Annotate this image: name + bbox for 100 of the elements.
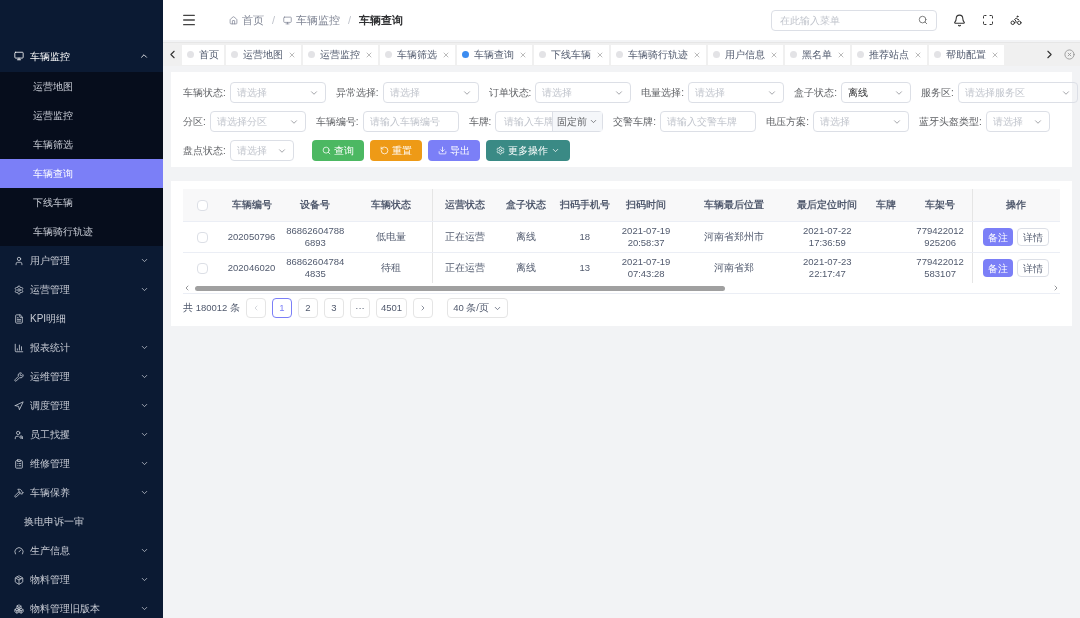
select-field[interactable]: 离线: [840, 82, 911, 103]
sidebar-item[interactable]: 报表统计: [0, 333, 163, 362]
sidebar-item[interactable]: 换电申诉一审: [0, 507, 163, 536]
expand-icon: [140, 285, 149, 294]
close-icon[interactable]: [837, 50, 845, 59]
prev-page-icon[interactable]: [246, 298, 266, 318]
close-icon[interactable]: [365, 50, 373, 59]
sidebar-item[interactable]: 调度管理: [0, 391, 163, 420]
page-tab[interactable]: 黑名单: [785, 44, 850, 65]
field-label: 服务区:: [920, 86, 954, 100]
page-tab[interactable]: 首页: [182, 44, 224, 65]
page-tab[interactable]: 运营监控: [303, 44, 378, 65]
sidebar-item[interactable]: 员工找攫: [0, 420, 163, 449]
field-label: 车辆状态:: [183, 86, 226, 100]
table-cell: 河南省郑州市: [704, 231, 765, 242]
prefix-dropdown[interactable]: 固定前: [552, 112, 603, 131]
sidebar-item[interactable]: 用户管理: [0, 246, 163, 275]
column-header: 车牌: [875, 199, 898, 211]
expand-icon: [140, 488, 149, 497]
menu-icon: [14, 458, 24, 469]
table-cell: 779422012 925206: [916, 225, 964, 248]
home-icon: [229, 15, 238, 25]
breadcrumb-item[interactable]: 首页: [229, 11, 264, 29]
table-cell: 2021-07-23 22:17:47: [803, 256, 852, 279]
page-tab[interactable]: 车辆筛选: [380, 44, 455, 65]
close-icon[interactable]: [914, 50, 922, 59]
expand-icon: [140, 343, 149, 352]
expand-icon: [140, 401, 149, 410]
page-tab[interactable]: 用户信息: [708, 44, 783, 65]
sidebar-item[interactable]: 维修管理: [0, 449, 163, 478]
column-header: 最后定位时间: [796, 199, 859, 211]
notification-icon[interactable]: [953, 13, 966, 27]
page-tab[interactable]: 车辆骑行轨迹: [611, 44, 706, 65]
sidebar-item[interactable]: 生产信息: [0, 536, 163, 565]
page-button[interactable]: 2: [298, 298, 318, 318]
expand-icon: [140, 256, 149, 265]
submenu-item[interactable]: 运营地图: [0, 72, 163, 101]
sidebar-item[interactable]: 运维管理: [0, 362, 163, 391]
row-checkbox[interactable]: [197, 262, 209, 274]
sidebar-item[interactable]: 运营管理: [0, 275, 163, 304]
page-button[interactable]: 4501: [376, 298, 408, 318]
close-icon[interactable]: [770, 50, 778, 59]
submenu-item[interactable]: 车辆筛选: [0, 130, 163, 159]
expand-icon: [140, 546, 149, 555]
expand-icon: [140, 604, 149, 613]
page-button[interactable]: 3: [324, 298, 344, 318]
page-button[interactable]: ···: [350, 298, 370, 318]
table-cell: 779422012 583107: [916, 256, 964, 279]
action-button[interactable]: 更多操作: [485, 140, 570, 161]
close-icon[interactable]: [442, 50, 450, 59]
page-button[interactable]: 1: [272, 298, 292, 318]
menu-icon: [14, 545, 24, 556]
field-label: 车辆编号:: [315, 115, 359, 129]
breadcrumb-separator: /: [272, 12, 276, 28]
close-all-icon[interactable]: [1064, 49, 1075, 60]
total-count: 共 180012 条: [183, 300, 240, 315]
sidebar-item[interactable]: 车辆保养: [0, 478, 163, 507]
table-cell: 202050796: [227, 231, 276, 242]
column-header: 车辆编号: [230, 199, 273, 211]
table-cell: 待租: [380, 262, 401, 274]
close-icon[interactable]: [519, 50, 527, 59]
menu-icon: [14, 574, 24, 585]
button-icon: [321, 146, 331, 155]
fullscreen-icon[interactable]: [982, 14, 994, 26]
breadcrumb-item[interactable]: 车辆监控: [283, 11, 341, 29]
close-icon[interactable]: [288, 50, 296, 59]
sidebar-item[interactable]: 车辆监控: [0, 40, 163, 72]
submenu-item[interactable]: 运营监控: [0, 101, 163, 130]
horizontal-scrollbar[interactable]: [195, 285, 725, 291]
next-page-icon[interactable]: [413, 298, 434, 318]
page-size-select[interactable]: 40 条/页: [447, 298, 508, 318]
table-cell: 86862604788 6893: [286, 225, 345, 248]
menu-icon: [14, 313, 24, 324]
page-tab[interactable]: 下线车辆: [534, 44, 609, 65]
sidebar-item[interactable]: 物料管理旧版本: [0, 594, 163, 618]
close-icon[interactable]: [991, 50, 999, 59]
row-checkbox[interactable]: [197, 231, 209, 243]
caret-icon: [550, 146, 560, 155]
sidebar-item[interactable]: KPI明细: [0, 304, 163, 333]
select-all-checkbox[interactable]: [197, 199, 209, 211]
menu-icon: [14, 371, 24, 382]
detail-button[interactable]: 详情: [1017, 259, 1050, 277]
table-cell: 18: [579, 231, 591, 242]
monitor-icon: [283, 15, 293, 25]
menu-icon[interactable]: [181, 12, 197, 28]
page-tab[interactable]: 帮助配置: [929, 44, 1004, 65]
column-header: 车辆状态: [349, 189, 433, 221]
detail-button[interactable]: 详情: [1017, 228, 1050, 246]
close-icon[interactable]: [693, 50, 701, 59]
column-header: 车辆最后位置: [703, 199, 766, 211]
menu-icon: [14, 429, 24, 440]
page-tab[interactable]: 车辆查询: [457, 44, 532, 65]
sidebar-item[interactable]: 物料管理: [0, 565, 163, 594]
menu-icon: [14, 603, 24, 614]
submenu-item[interactable]: 下线车辆: [0, 188, 163, 217]
page-tab[interactable]: 运营地图: [226, 44, 301, 65]
page-tab[interactable]: 推荐站点: [852, 44, 927, 65]
collapse-icon: [139, 51, 149, 61]
close-icon[interactable]: [596, 50, 604, 59]
submenu-item[interactable]: 车辆骑行轨迹: [0, 217, 163, 246]
